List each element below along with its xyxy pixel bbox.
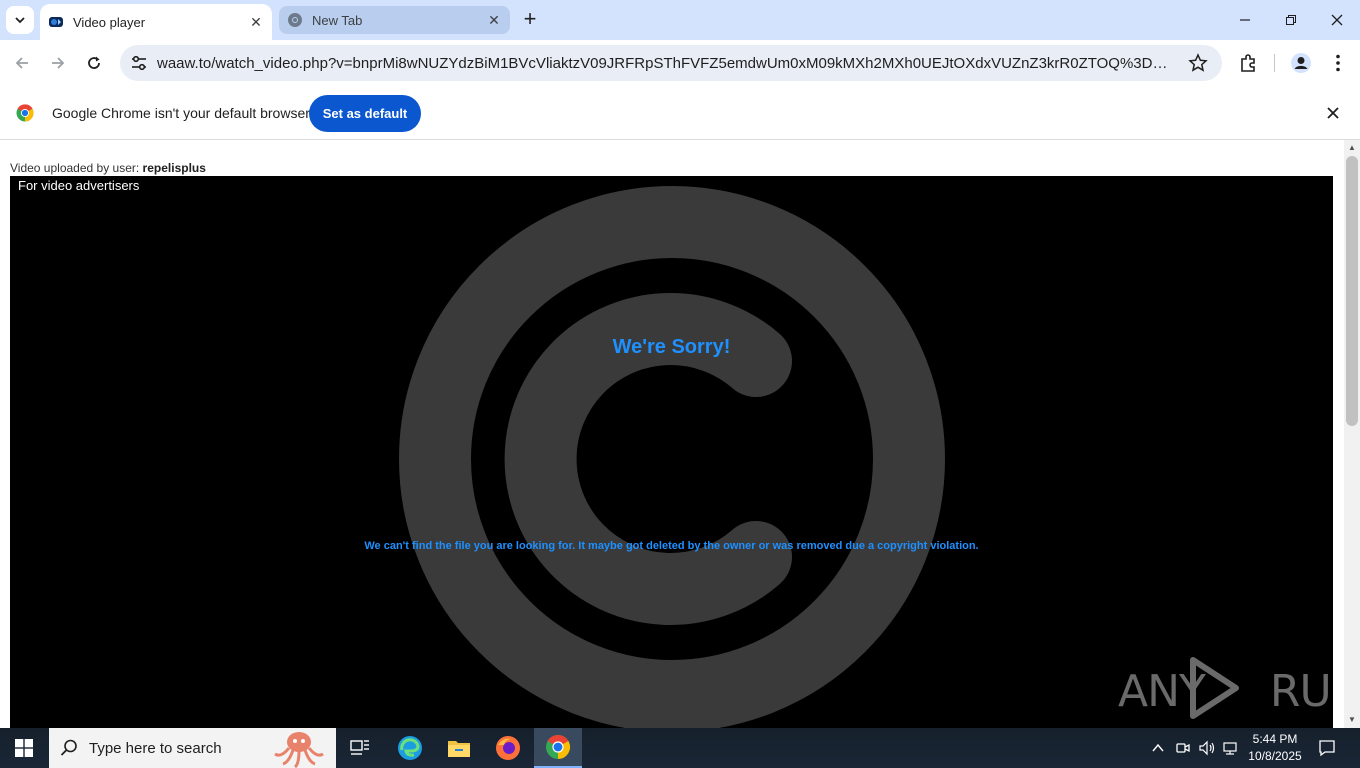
page-content: Video uploaded by user: repelisplus For … [0, 140, 1344, 728]
anyrun-watermark: ANY RUN [1118, 656, 1333, 720]
octopus-illustration-icon [274, 732, 324, 768]
chrome-logo-icon [16, 104, 34, 122]
uploader-name[interactable]: repelisplus [143, 161, 206, 175]
tab-search-button[interactable] [6, 6, 34, 34]
firefox-icon [496, 736, 520, 760]
arrow-right-icon [52, 57, 65, 69]
edge-taskbar-button[interactable] [386, 728, 434, 768]
minimize-icon [1240, 19, 1250, 21]
firefox-taskbar-button[interactable] [484, 728, 532, 768]
tab-title: Video player [73, 14, 146, 30]
tab-close-icon[interactable]: ✕ [248, 14, 264, 30]
copyright-symbol-icon [399, 186, 945, 728]
taskbar-search-box[interactable]: Type here to search [49, 728, 336, 768]
search-placeholder: Type here to search [89, 739, 222, 757]
page-scrollbar[interactable]: ▲ ▼ [1344, 140, 1360, 728]
search-icon [60, 739, 77, 756]
extensions-icon[interactable] [1238, 52, 1260, 74]
default-browser-infobar: Google Chrome isn't your default browser… [0, 87, 1360, 140]
folder-icon [448, 741, 470, 757]
infobar-message: Google Chrome isn't your default browser [52, 105, 310, 121]
chrome-taskbar-button[interactable] [534, 728, 582, 768]
tab-close-icon[interactable]: ✕ [486, 12, 502, 28]
task-view-button[interactable] [336, 728, 384, 768]
error-message: We can't find the file you are looking f… [364, 540, 979, 552]
scroll-up-arrow-icon[interactable]: ▲ [1347, 143, 1357, 153]
url-text[interactable]: waaw.to/watch_video.php?v=bnprMi8wNUZYdz… [157, 55, 1179, 72]
minimize-button[interactable] [1222, 0, 1268, 40]
tab-new-tab[interactable]: New Tab ✕ [279, 6, 510, 34]
start-button[interactable] [0, 728, 48, 768]
network-icon[interactable] [1222, 740, 1240, 756]
profile-avatar-icon[interactable] [1290, 52, 1312, 74]
clock-date: 10/8/2025 [1248, 749, 1302, 763]
advertisers-link[interactable]: For video advertisers [18, 178, 139, 193]
taskbar-clock[interactable]: 5:44 PM 10/8/2025 [1244, 731, 1306, 765]
restore-icon [1286, 15, 1296, 25]
reload-icon [88, 56, 100, 69]
tab-video-player[interactable]: Video player ✕ [40, 4, 272, 40]
chrome-icon [546, 734, 571, 759]
file-explorer-taskbar-button[interactable] [435, 728, 483, 768]
scrollbar-thumb[interactable] [1346, 156, 1358, 426]
toolbar-divider [1274, 54, 1275, 72]
tray-chevron-up-icon[interactable] [1151, 741, 1165, 755]
video-player[interactable]: For video advertisers We're Sorry! We ca… [10, 176, 1333, 728]
forward-button[interactable] [42, 47, 74, 79]
back-button[interactable] [6, 47, 38, 79]
clock-time: 5:44 PM [1252, 732, 1298, 746]
chrome-favicon-icon [288, 13, 302, 27]
windows-logo-icon [15, 739, 33, 757]
close-icon [1331, 14, 1343, 26]
infobar-close-icon[interactable] [1325, 105, 1341, 121]
set-as-default-button[interactable]: Set as default [309, 95, 421, 132]
watermark-text: ANY RUN [1118, 666, 1333, 717]
site-settings-icon[interactable] [129, 53, 149, 73]
volume-icon[interactable] [1198, 740, 1216, 756]
close-window-button[interactable] [1314, 0, 1360, 40]
menu-dots-icon[interactable] [1327, 52, 1349, 74]
browser-toolbar: waaw.to/watch_video.php?v=bnprMi8wNUZYdz… [0, 40, 1360, 87]
edge-icon [398, 736, 422, 760]
arrow-left-icon [15, 57, 28, 69]
video-favicon-icon [49, 17, 63, 27]
notifications-icon[interactable] [1318, 739, 1336, 757]
tab-title: New Tab [312, 12, 363, 28]
reload-button[interactable] [78, 47, 110, 79]
uploader-info: Video uploaded by user: repelisplus [10, 161, 206, 175]
scroll-down-arrow-icon[interactable]: ▼ [1347, 715, 1357, 725]
task-view-icon [350, 740, 369, 755]
tab-strip: Video player ✕ New Tab ✕ + [0, 0, 1360, 40]
restore-button[interactable] [1268, 0, 1314, 40]
bookmark-star-icon[interactable] [1188, 53, 1208, 73]
new-tab-button[interactable]: + [518, 8, 542, 32]
meet-now-icon[interactable] [1175, 740, 1191, 756]
chevron-down-icon [15, 17, 25, 24]
uploader-prefix: Video uploaded by user: [10, 161, 143, 175]
windows-taskbar: Type here to search 5:44 PM 10/8/2025 [0, 728, 1360, 768]
address-bar[interactable]: waaw.to/watch_video.php?v=bnprMi8wNUZYdz… [120, 45, 1222, 81]
error-title: We're Sorry! [612, 336, 731, 358]
